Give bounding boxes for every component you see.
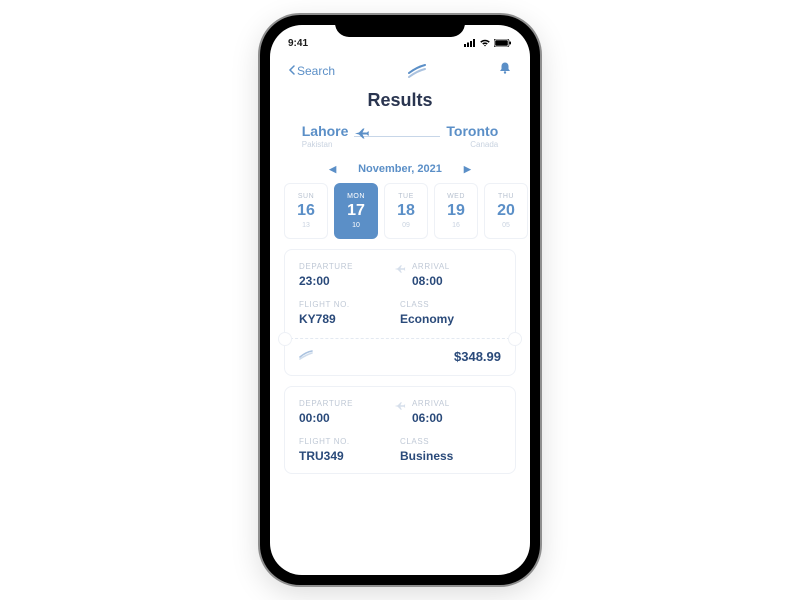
day-count: 05	[502, 222, 510, 229]
flight-no-label: FLIGHT NO.	[299, 300, 400, 309]
month-selector: ◀ November, 2021 ▶	[270, 163, 530, 175]
day-option[interactable]: TUE 18 09	[384, 183, 428, 239]
wifi-icon	[479, 39, 491, 47]
screen: 9:41 Search	[270, 25, 530, 575]
page-title: Results	[270, 90, 530, 111]
flight-no: KY789	[299, 312, 400, 326]
next-month-button[interactable]: ▶	[464, 164, 471, 175]
prev-month-button[interactable]: ◀	[329, 164, 336, 175]
departure-label: DEPARTURE	[299, 262, 388, 271]
app-logo-icon	[408, 64, 426, 78]
top-nav: Search	[270, 53, 530, 84]
flight-list: DEPARTURE 23:00 ARRIVAL 08:00 FLIGHT NO. KY78…	[270, 239, 530, 474]
origin-city: Lahore	[302, 123, 349, 139]
ticket-divider	[285, 338, 515, 339]
flight-card[interactable]: DEPARTURE 23:00 ARRIVAL 08:00 FLIGHT NO. KY78…	[284, 249, 516, 376]
day-of-week: WED	[447, 193, 465, 200]
day-option[interactable]: WED 19 16	[434, 183, 478, 239]
airline-logo-icon	[299, 347, 313, 365]
day-number: 18	[397, 202, 415, 220]
flight-no-label: FLIGHT NO.	[299, 437, 400, 446]
day-number: 19	[447, 202, 465, 220]
departure-time: 23:00	[299, 274, 388, 288]
chevron-left-icon	[288, 64, 295, 78]
day-number: 16	[297, 202, 315, 220]
flight-class: Economy	[400, 312, 501, 326]
departure-time: 00:00	[299, 411, 388, 425]
day-option[interactable]: THU 20 05	[484, 183, 528, 239]
day-option[interactable]: SUN 16 13	[284, 183, 328, 239]
status-time: 9:41	[288, 38, 308, 49]
day-number: 17	[347, 202, 365, 220]
day-of-week: MON	[347, 193, 365, 200]
day-of-week: THU	[498, 193, 514, 200]
arrival-time: 06:00	[412, 411, 501, 425]
back-button[interactable]: Search	[288, 64, 335, 78]
phone-frame: 9:41 Search	[260, 15, 540, 585]
day-of-week: SUN	[298, 193, 314, 200]
day-count: 16	[452, 222, 460, 229]
route-summary: Lahore Pakistan Toronto Canada	[270, 123, 530, 149]
destination: Toronto Canada	[446, 123, 498, 149]
plane-icon	[394, 262, 406, 280]
notification-button[interactable]	[498, 61, 512, 80]
day-count: 13	[302, 222, 310, 229]
arrival-time: 08:00	[412, 274, 501, 288]
departure-label: DEPARTURE	[299, 399, 388, 408]
dest-city: Toronto	[446, 123, 498, 139]
origin-country: Pakistan	[302, 140, 349, 149]
plane-icon	[394, 399, 406, 417]
origin: Lahore Pakistan	[302, 123, 349, 149]
day-count: 10	[352, 222, 360, 229]
day-of-week: TUE	[398, 193, 414, 200]
plane-icon	[354, 126, 370, 147]
dest-country: Canada	[446, 140, 498, 149]
flight-no: TRU349	[299, 449, 400, 463]
day-picker: SUN 16 13 MON 17 10 TUE 18 09 WED 19 16 THU 20 05	[270, 183, 530, 239]
arrival-label: ARRIVAL	[412, 262, 501, 271]
notch	[335, 15, 465, 37]
status-indicators	[464, 39, 512, 47]
back-label: Search	[297, 64, 335, 78]
price-row: $348.99	[299, 347, 501, 365]
month-label: November, 2021	[358, 163, 442, 175]
flight-card[interactable]: DEPARTURE 00:00 ARRIVAL 06:00 FLIGHT NO. TRU3…	[284, 386, 516, 474]
day-option[interactable]: MON 17 10	[334, 183, 378, 239]
class-label: CLASS	[400, 300, 501, 309]
day-number: 20	[497, 202, 515, 220]
arrival-label: ARRIVAL	[412, 399, 501, 408]
battery-icon	[494, 39, 512, 47]
flight-price: $348.99	[454, 349, 501, 364]
class-label: CLASS	[400, 437, 501, 446]
flight-class: Business	[400, 449, 501, 463]
route-line	[354, 136, 440, 137]
day-count: 09	[402, 222, 410, 229]
signal-icon	[464, 39, 476, 47]
